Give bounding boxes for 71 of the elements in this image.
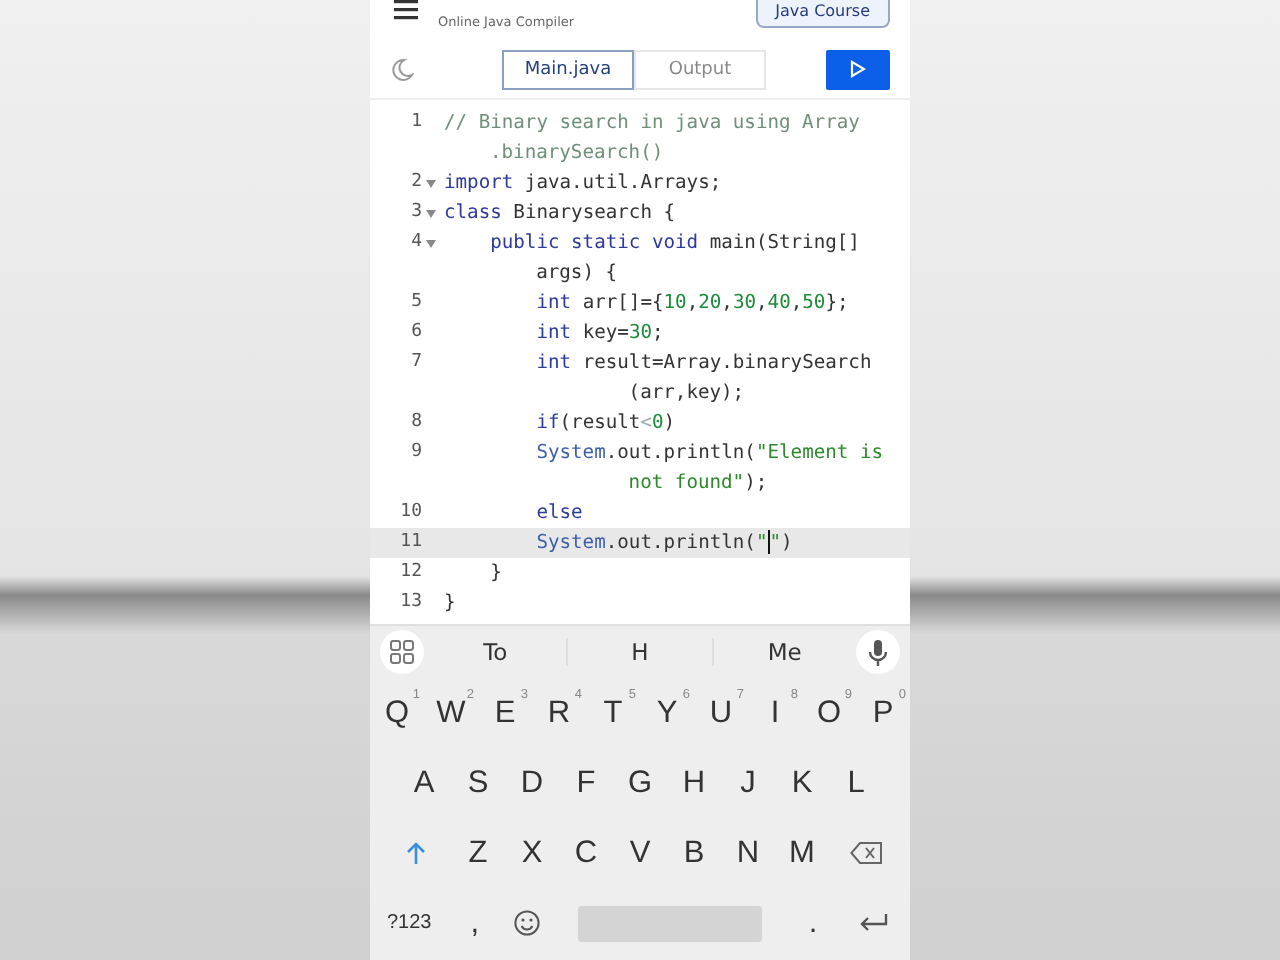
code-line: .binarySearch() <box>490 140 664 168</box>
up-arrow-icon <box>405 842 425 864</box>
code-line: import java.util.Arrays; <box>444 170 722 198</box>
code-line: } <box>444 590 456 618</box>
keyboard-key[interactable]: H <box>667 751 721 815</box>
keyboard-key[interactable]: L <box>829 751 883 815</box>
code-line: not found"); <box>626 470 768 498</box>
line-number: 5 <box>409 290 424 316</box>
menu-icon[interactable] <box>394 0 418 20</box>
backspace-icon <box>849 842 881 864</box>
code-line: int arr[]={10,20,30,40,50}; <box>534 290 849 318</box>
enter-icon <box>860 914 889 932</box>
line-number: 4 <box>409 230 424 256</box>
play-icon <box>850 60 866 78</box>
keyboard-key[interactable]: J <box>721 751 775 815</box>
code-line: System.out.println("Element is <box>534 440 884 468</box>
fold-arrow-icon[interactable] <box>426 180 436 188</box>
line-number: 10 <box>398 500 424 526</box>
code-line: class Binarysearch { <box>444 200 676 228</box>
keyboard-key[interactable]: V <box>613 821 667 885</box>
word-suggestion[interactable]: To <box>483 638 508 666</box>
grid-icon <box>390 640 414 664</box>
keyboard-key[interactable]: F <box>559 751 613 815</box>
keyboard-key[interactable]: G <box>613 751 667 815</box>
code-line: int result=Array.binarySearch <box>534 350 872 378</box>
run-button[interactable] <box>826 49 890 89</box>
keyboard-key[interactable]: , <box>448 891 502 955</box>
line-number: 3 <box>409 200 424 226</box>
moon-icon[interactable] <box>390 57 414 81</box>
code-line: int key=30; <box>534 320 664 348</box>
code-line: // Binary search in java using Array <box>444 110 860 138</box>
keyboard-key[interactable]: Z <box>451 821 505 885</box>
java-course-button[interactable]: Java Course <box>755 0 890 28</box>
line-number: 7 <box>409 350 424 376</box>
smiley-icon <box>514 910 541 936</box>
file-tab[interactable]: Main.java <box>502 49 634 89</box>
code-line: else <box>534 500 583 528</box>
keyboard-key[interactable]: K <box>775 751 829 815</box>
microphone-icon <box>867 639 888 665</box>
code-line: } <box>488 560 502 588</box>
line-number: 1 <box>409 110 424 136</box>
word-suggestion[interactable]: Me <box>767 638 802 666</box>
file-tab[interactable]: Output <box>634 49 766 89</box>
line-number: 13 <box>398 590 424 616</box>
keyboard-key[interactable]: N <box>721 821 775 885</box>
keyboard-key[interactable]: D <box>505 751 559 815</box>
fold-arrow-icon[interactable] <box>426 210 436 218</box>
keyboard-key[interactable]: X <box>505 821 559 885</box>
keyboard-key[interactable]: B <box>667 821 721 885</box>
apps-button[interactable] <box>380 630 424 674</box>
line-number: 2 <box>409 170 424 196</box>
code-line: public static void main(String[] <box>488 230 860 258</box>
code-line: args) { <box>534 260 618 288</box>
word-suggestion[interactable]: H <box>631 638 649 666</box>
keyboard-key[interactable]: S <box>451 751 505 815</box>
keyboard-key[interactable]: M <box>775 821 829 885</box>
keyboard-key[interactable]: C <box>559 821 613 885</box>
line-number: 12 <box>398 560 424 586</box>
line-number: 11 <box>398 530 424 556</box>
symbols-key[interactable]: ?123 <box>370 891 449 955</box>
code-line: System.out.println("") <box>534 528 793 558</box>
text-cursor <box>767 530 770 554</box>
microphone-button[interactable] <box>855 630 900 674</box>
code-line: (arr,key); <box>626 380 745 408</box>
line-number: 8 <box>409 410 424 436</box>
fold-arrow-icon[interactable] <box>426 240 436 248</box>
line-number: 9 <box>409 440 424 466</box>
keyboard-key[interactable]: . <box>786 891 840 955</box>
keyboard-key[interactable]: A <box>397 751 451 815</box>
code-line: if(result<0) <box>534 410 676 438</box>
line-number: 6 <box>409 320 424 346</box>
